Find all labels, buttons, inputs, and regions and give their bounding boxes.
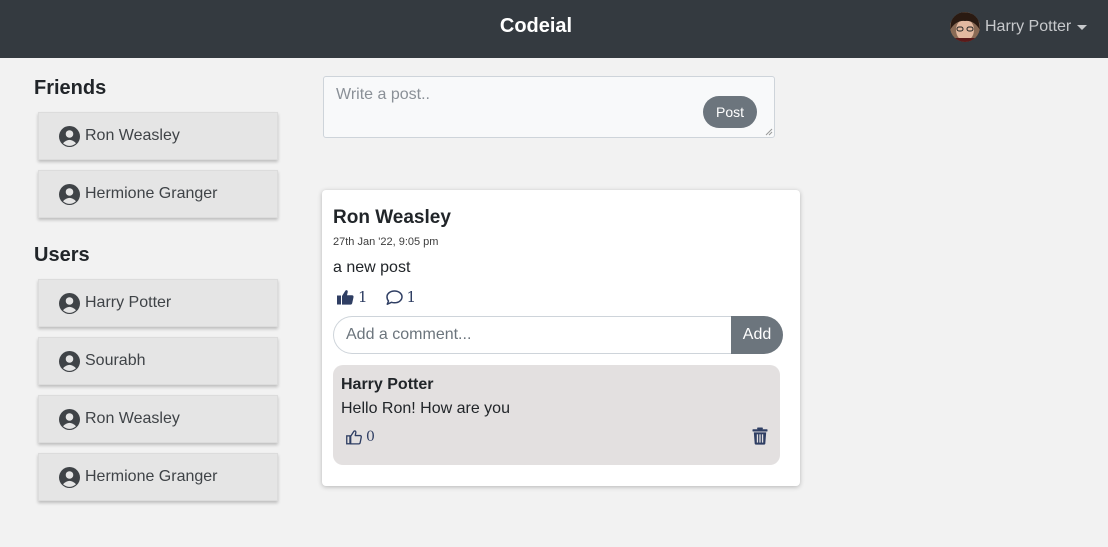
post-comment-count: 1 [406,288,417,306]
post-card: Ron Weasley 27th Jan '22, 9:05 pm a new … [322,190,800,486]
comment-text: Hello Ron! How are you [341,400,510,417]
friend-name: Hermione Granger [85,185,218,202]
user-item-sourabh[interactable]: Sourabh [38,337,278,385]
add-comment-button[interactable]: Add [731,316,783,354]
comment-item: Harry Potter Hello Ron! How are you 0 [333,365,780,465]
post-button[interactable]: Post [703,96,757,128]
comment-bubble-icon [385,289,403,305]
user-circle-icon [59,466,80,488]
user-name: Harry Potter [85,294,172,311]
friend-name: Ron Weasley [85,127,180,144]
thumbs-up-solid-icon [337,290,354,305]
user-name: Harry Potter [985,18,1072,35]
user-name: Hermione Granger [85,468,218,485]
post-like-button[interactable]: 1 [337,288,368,306]
friends-heading: Friends [34,77,107,99]
comment-author: Harry Potter [341,376,434,393]
post-timestamp: 27th Jan '22, 9:05 pm [333,236,439,248]
post-actions: 1 1 [337,288,416,306]
user-name: Sourabh [85,352,146,369]
comment-like-button[interactable]: 0 [346,429,375,445]
user-item-ron-weasley[interactable]: Ron Weasley [38,395,278,443]
user-item-harry-potter[interactable]: Harry Potter [38,279,278,327]
user-circle-icon [59,292,80,314]
delete-comment-button[interactable] [752,427,768,445]
user-circle-icon [59,125,80,147]
top-navbar: Codeial Harry Potter [0,0,1108,58]
post-like-count: 1 [358,288,368,306]
post-author: Ron Weasley [333,207,451,228]
user-item-hermione-granger[interactable]: Hermione Granger [38,453,278,501]
user-avatar [950,12,980,42]
user-circle-icon [59,408,80,430]
friend-item-ron-weasley[interactable]: Ron Weasley [38,112,278,160]
comment-input[interactable] [333,316,733,354]
caret-down-icon [1077,24,1088,30]
thumbs-up-outline-icon [346,430,362,445]
post-content: a new post [333,259,411,276]
trash-icon [752,427,768,445]
user-circle-icon [59,350,80,372]
user-name: Ron Weasley [85,410,180,427]
friend-item-hermione-granger[interactable]: Hermione Granger [38,170,278,218]
brand-title[interactable]: Codeial [0,15,1072,38]
user-dropdown-toggle[interactable]: Harry Potter [950,11,1088,43]
user-circle-icon [59,183,80,205]
users-heading: Users [34,244,90,266]
post-comment-button[interactable]: 1 [385,288,417,306]
comment-like-count: 0 [366,429,375,445]
